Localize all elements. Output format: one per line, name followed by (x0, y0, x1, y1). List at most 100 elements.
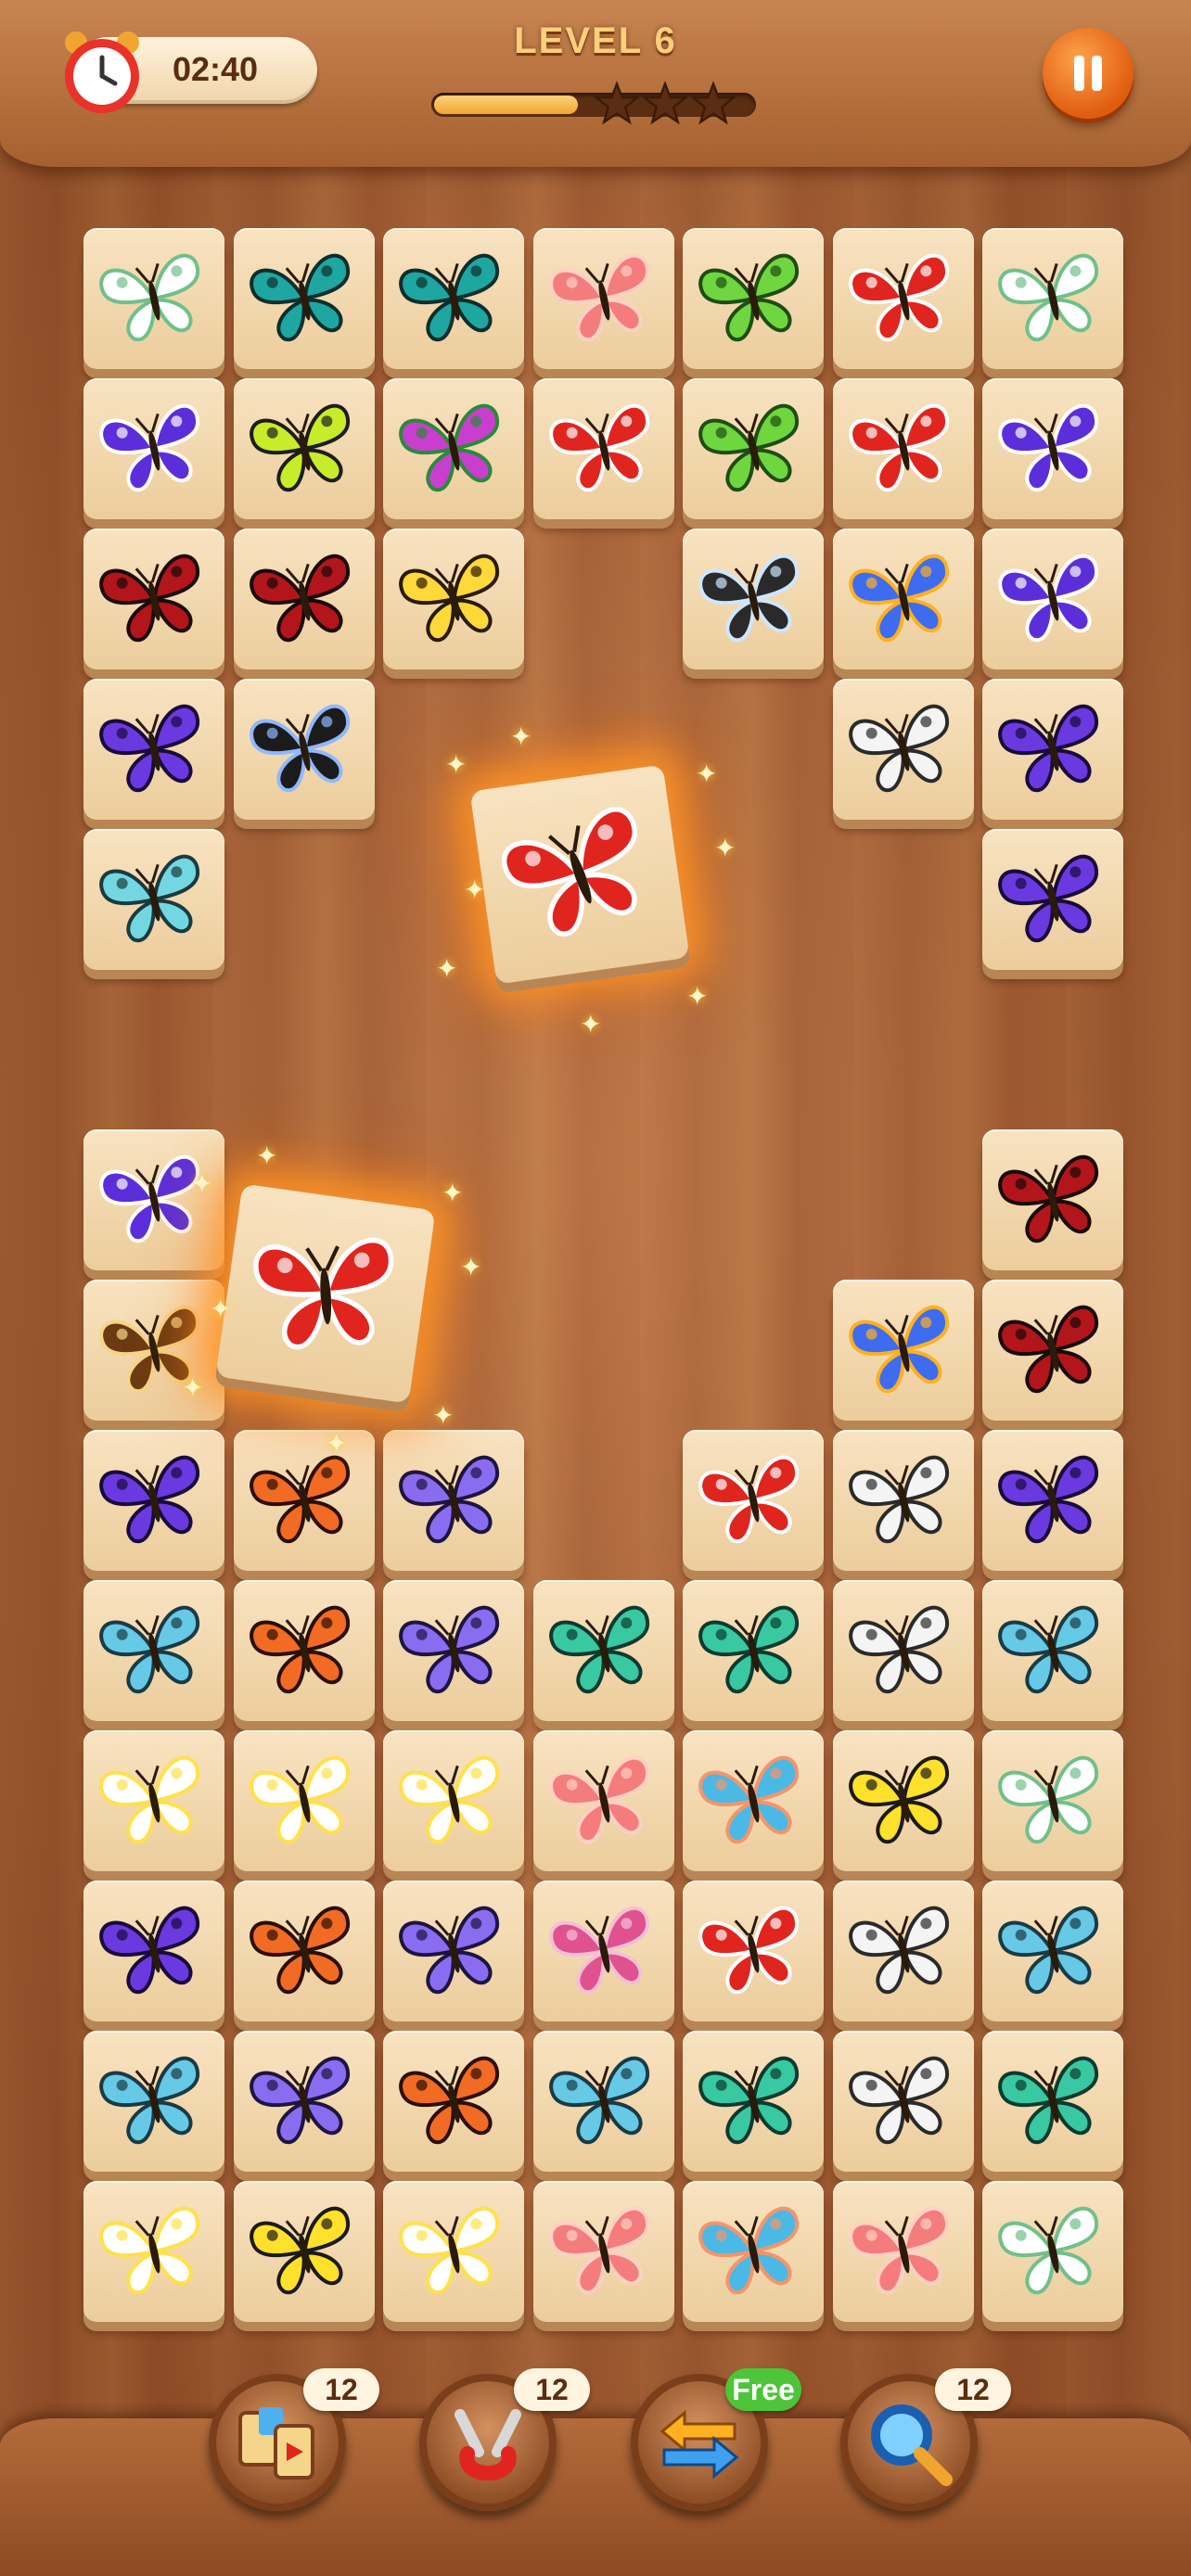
butterfly-tile[interactable] (83, 1129, 224, 1270)
top-hud: 02:40 LEVEL 6 (0, 0, 1191, 167)
butterfly-tile[interactable] (532, 228, 674, 369)
butterfly-mint-icon (698, 1605, 800, 1694)
butterfly-tile[interactable] (683, 378, 824, 519)
butterfly-tile[interactable] (233, 1430, 375, 1571)
butterfly-purple-icon (99, 403, 200, 492)
butterfly-tile[interactable] (383, 228, 524, 369)
butterfly-red-icon (848, 253, 949, 342)
magnet-icon (455, 2409, 521, 2480)
butterfly-tile[interactable] (982, 378, 1123, 519)
pause-button[interactable] (1043, 28, 1133, 119)
butterfly-whiteyellow-icon (399, 1755, 500, 1844)
butterfly-tile[interactable] (83, 679, 224, 820)
butterfly-yellowblack-icon (249, 2206, 350, 2295)
butterfly-tile[interactable] (683, 1881, 824, 2021)
butterfly-tile[interactable] (982, 1580, 1123, 1721)
butterfly-tile[interactable] (832, 1881, 974, 2021)
selected-butterfly-tile[interactable] (215, 1183, 436, 1404)
butterfly-tile[interactable] (832, 529, 974, 670)
butterfly-tile[interactable] (982, 2181, 1123, 2322)
butterfly-teal-icon (249, 253, 350, 342)
butterfly-tile[interactable] (982, 1730, 1123, 1871)
butterfly-tile[interactable] (233, 228, 375, 369)
butterfly-sky-icon (99, 1605, 200, 1694)
selected-butterfly-tile[interactable] (469, 764, 690, 985)
butterfly-tile[interactable] (832, 1580, 974, 1721)
butterfly-tile[interactable] (233, 2181, 375, 2322)
butterfly-tile[interactable] (982, 1430, 1123, 1571)
butterfly-tile[interactable] (683, 1580, 824, 1721)
butterfly-tile[interactable] (683, 529, 824, 670)
butterfly-tile[interactable] (832, 1430, 974, 1571)
butterfly-tile[interactable] (532, 378, 674, 519)
butterfly-tile[interactable] (532, 2181, 674, 2322)
butterfly-tile[interactable] (532, 1730, 674, 1871)
butterfly-black-icon (698, 554, 800, 643)
butterfly-whiteyellow-icon (399, 2206, 500, 2295)
butterfly-tile[interactable] (832, 378, 974, 519)
butterfly-tile[interactable] (683, 2031, 824, 2172)
butterfly-tile[interactable] (83, 378, 224, 519)
butterfly-tile[interactable] (383, 2181, 524, 2322)
butterfly-tile[interactable] (83, 2031, 224, 2172)
butterfly-tile[interactable] (83, 228, 224, 369)
butterfly-tile[interactable] (83, 2181, 224, 2322)
butterfly-tile[interactable] (83, 529, 224, 670)
butterfly-tile[interactable] (982, 829, 1123, 970)
butterfly-tile[interactable] (233, 1580, 375, 1721)
butterfly-tile[interactable] (832, 1280, 974, 1421)
butterfly-whiteyellow-icon (99, 2206, 200, 2295)
butterfly-tile[interactable] (982, 679, 1123, 820)
butterfly-tile[interactable] (83, 1580, 224, 1721)
butterfly-tile[interactable] (832, 2031, 974, 2172)
butterfly-tile[interactable] (532, 1580, 674, 1721)
butterfly-yellow-icon (399, 554, 500, 643)
butterfly-tile[interactable] (832, 679, 974, 820)
butterfly-tile[interactable] (83, 1881, 224, 2021)
butterfly-tile[interactable] (383, 1730, 524, 1871)
butterfly-tile[interactable] (982, 1129, 1123, 1270)
butterfly-tile[interactable] (683, 1730, 824, 1871)
butterfly-teal-icon (399, 253, 500, 342)
level-title: LEVEL 6 (514, 20, 677, 61)
butterfly-tile[interactable] (83, 1730, 224, 1871)
progress-fill (434, 96, 578, 114)
butterfly-tile[interactable] (233, 2031, 375, 2172)
butterfly-red-icon (253, 1237, 394, 1350)
sparkle-icon: ✦ (696, 759, 718, 789)
butterfly-tile[interactable] (982, 228, 1123, 369)
butterfly-tile[interactable] (383, 1430, 524, 1571)
butterfly-tile[interactable] (532, 2031, 674, 2172)
pause-icon-bar (1092, 56, 1102, 91)
butterfly-tile[interactable] (383, 529, 524, 670)
butterfly-red-icon (548, 403, 649, 492)
butterfly-salmon-icon (848, 2206, 949, 2295)
butterfly-tile[interactable] (683, 228, 824, 369)
butterfly-tile[interactable] (532, 1881, 674, 2021)
butterfly-tile[interactable] (383, 2031, 524, 2172)
butterfly-tile[interactable] (683, 1430, 824, 1571)
butterfly-orange-icon (399, 2056, 500, 2145)
butterfly-tile[interactable] (832, 228, 974, 369)
butterfly-tile[interactable] (683, 2181, 824, 2322)
butterfly-tile[interactable] (832, 1730, 974, 1871)
butterfly-tile[interactable] (233, 1881, 375, 2021)
butterfly-tile[interactable] (83, 829, 224, 970)
butterfly-tile[interactable] (832, 2181, 974, 2322)
butterfly-tile[interactable] (383, 1580, 524, 1721)
butterfly-tile[interactable] (233, 378, 375, 519)
butterfly-tile[interactable] (982, 529, 1123, 670)
butterfly-tile[interactable] (383, 378, 524, 519)
butterfly-tile[interactable] (383, 1881, 524, 2021)
butterfly-tile[interactable] (233, 679, 375, 820)
butterfly-magenta-icon (399, 403, 500, 492)
butterfly-tile[interactable] (982, 1881, 1123, 2021)
butterfly-whiteblack-icon (848, 1605, 949, 1694)
butterfly-tile[interactable] (83, 1430, 224, 1571)
butterfly-orange-icon (249, 1455, 350, 1544)
butterfly-tile[interactable] (982, 1280, 1123, 1421)
butterfly-tile[interactable] (982, 2031, 1123, 2172)
butterfly-tile[interactable] (233, 529, 375, 670)
butterfly-red-icon (501, 807, 637, 937)
butterfly-tile[interactable] (233, 1730, 375, 1871)
